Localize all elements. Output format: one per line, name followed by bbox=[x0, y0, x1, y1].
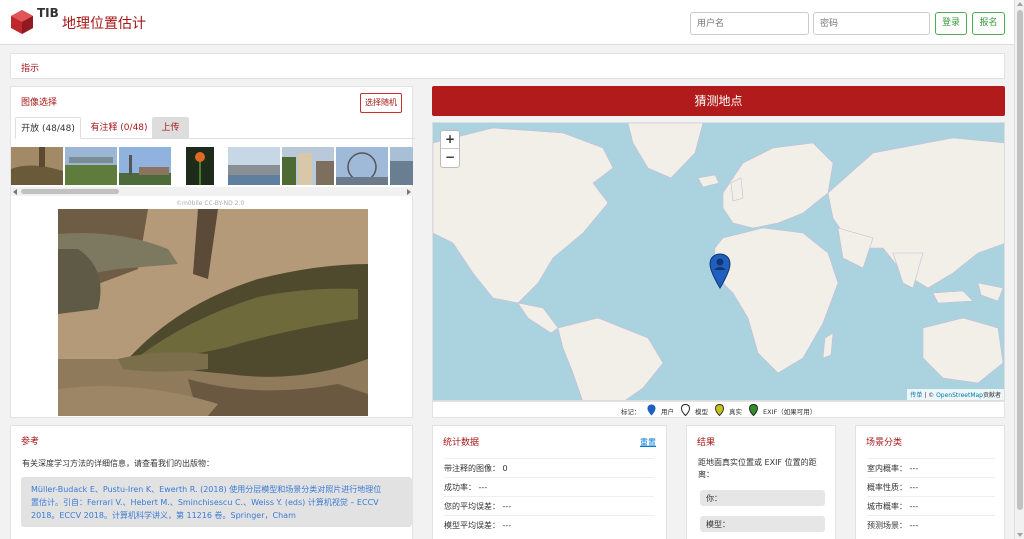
thumbnail-crocodile[interactable] bbox=[11, 147, 63, 185]
scroll-left-arrow-icon[interactable] bbox=[13, 189, 17, 195]
stat-value: --- bbox=[478, 483, 488, 492]
thumbnail-harbor[interactable] bbox=[228, 147, 280, 185]
scene-label: 室内概率： bbox=[867, 464, 907, 473]
legend-true-label: 真实 bbox=[729, 408, 742, 416]
statistics-title: 统计数据 bbox=[443, 438, 480, 448]
thumbnail-flower[interactable] bbox=[186, 147, 214, 185]
signup-button[interactable]: 报名 bbox=[972, 12, 1005, 35]
legend-user-label: 用户 bbox=[661, 408, 674, 416]
scene-indoor: 室内概率： --- bbox=[867, 458, 995, 474]
page-scrollbar[interactable] bbox=[1014, 0, 1024, 539]
thumbnail-street[interactable] bbox=[282, 147, 334, 185]
user-marker-icon bbox=[647, 404, 656, 416]
stat-label: 带注释的图像： bbox=[444, 464, 500, 473]
stat-label: 成功率： bbox=[444, 483, 476, 492]
username-input[interactable] bbox=[690, 12, 809, 35]
zoom-out-button[interactable]: − bbox=[441, 149, 459, 167]
map-attribution: 传单 | © OpenStreetMap贡献者 bbox=[907, 389, 1004, 400]
instructions-panel: 指示 bbox=[10, 53, 1005, 79]
scene-urban: 城市概率： --- bbox=[867, 496, 995, 512]
scene-nature: 概率性质： --- bbox=[867, 477, 995, 493]
legend-exif-label: EXIF（如果可用） bbox=[763, 408, 817, 416]
thumbnail-tower[interactable] bbox=[119, 147, 171, 185]
marker-legend: 标记： 用户 模型 真实 EXIF（如果可用） bbox=[432, 401, 1005, 418]
true-marker-icon bbox=[715, 404, 724, 416]
tab-open[interactable]: 开放 (48/48) bbox=[15, 117, 81, 139]
thumbnail-ferris-wheel[interactable] bbox=[336, 147, 388, 185]
random-image-button[interactable]: 选择随机 bbox=[360, 93, 402, 113]
leaflet-link[interactable]: 传单 bbox=[910, 392, 922, 399]
scene-value: --- bbox=[909, 464, 919, 473]
scroll-down-arrow-icon[interactable] bbox=[1017, 533, 1023, 537]
model-marker-icon bbox=[681, 404, 690, 416]
reset-stats-link[interactable]: 重置 bbox=[640, 437, 656, 448]
tab-upload[interactable]: 上传 bbox=[152, 117, 189, 139]
login-button[interactable]: 登录 bbox=[935, 12, 967, 35]
thumbnail-field[interactable] bbox=[65, 147, 117, 185]
stat-label: 您的平均误差： bbox=[444, 502, 500, 511]
stat-value: --- bbox=[502, 502, 512, 511]
top-navbar: TIB 地理位置估计 登录 报名 bbox=[0, 0, 1014, 45]
references-intro: 有关深度学习方法的详细信息，请查看我们的出版物： bbox=[22, 459, 214, 468]
stat-value: 0 bbox=[502, 464, 508, 473]
references-title: 参考 bbox=[21, 437, 40, 447]
stat-model-error: 模型平均误差： --- bbox=[444, 515, 654, 531]
references-panel: 参考 有关深度学习方法的详细信息，请查看我们的出版物： Müller-Budac… bbox=[10, 425, 413, 539]
stat-label: 模型平均误差： bbox=[444, 521, 500, 530]
scene-value: --- bbox=[909, 502, 919, 511]
legend-prefix: 标记： bbox=[621, 408, 641, 416]
citation-line-1: Müller-Budack E、Pustu-Iren K、Ewerth R. (… bbox=[31, 485, 382, 494]
results-title: 结果 bbox=[697, 438, 716, 448]
statistics-panel: 统计数据 重置 带注释的图像： 0 成功率： --- 您的平均误差： --- 模… bbox=[432, 425, 667, 539]
scene-label: 城市概率： bbox=[867, 502, 907, 511]
citation-box[interactable]: Müller-Budack E、Pustu-Iren K、Ewerth R. (… bbox=[21, 477, 412, 527]
thumbnail-scrollbar-thumb[interactable] bbox=[21, 189, 119, 194]
scrollbar-thumb[interactable] bbox=[1017, 10, 1023, 510]
thumbnail-strip[interactable] bbox=[11, 143, 413, 187]
model-distance-field: 模型： bbox=[700, 516, 825, 532]
attribution-separator: | © bbox=[922, 392, 937, 399]
instructions-toggle[interactable]: 指示 bbox=[21, 61, 39, 74]
scene-classification-panel: 场景分类 室内概率： --- 概率性质： --- 城市概率： --- 预测场景：… bbox=[855, 425, 1005, 539]
stat-your-error: 您的平均误差： --- bbox=[444, 496, 654, 512]
app-title[interactable]: 地理位置估计 bbox=[62, 13, 146, 33]
map-zoom-control: + − bbox=[440, 130, 460, 168]
scroll-right-arrow-icon[interactable] bbox=[407, 189, 411, 195]
citation-line-2: 置估计。引自：Ferrari V.、Hebert M.、Sminchisescu… bbox=[31, 498, 379, 507]
selected-photo bbox=[58, 209, 368, 416]
results-description: 距地面真实位置或 EXIF 位置的距离： bbox=[698, 458, 817, 479]
attribution-suffix: 贡献者 bbox=[982, 392, 1001, 399]
user-marker-pin-icon[interactable] bbox=[709, 253, 731, 289]
scene-title: 场景分类 bbox=[866, 438, 903, 448]
stat-annotated-images: 带注释的图像： 0 bbox=[444, 458, 654, 474]
scroll-up-arrow-icon[interactable] bbox=[1017, 2, 1023, 6]
scene-value: --- bbox=[909, 521, 919, 530]
exif-marker-icon bbox=[749, 404, 758, 416]
zoom-in-button[interactable]: + bbox=[441, 131, 459, 149]
scene-predicted: 预测场景： --- bbox=[867, 515, 995, 531]
thumbnail-city[interactable] bbox=[390, 147, 413, 185]
image-tabs: 开放 (48/48) 有注释 (0/48) 上传 bbox=[15, 117, 415, 139]
image-selection-title: 图像选择 bbox=[21, 98, 58, 108]
guess-location-button[interactable]: 猜测地点 bbox=[432, 86, 1005, 116]
citation-line-3: 2018。ECCV 2018。计算机科学讲义，第 11216 卷。Springe… bbox=[31, 511, 296, 520]
legend-model-label: 模型 bbox=[695, 408, 708, 416]
scene-label: 概率性质： bbox=[867, 483, 907, 492]
stat-success-rate: 成功率： --- bbox=[444, 477, 654, 493]
scene-label: 预测场景： bbox=[867, 521, 907, 530]
tib-logo-icon bbox=[11, 10, 33, 34]
logo-text: TIB bbox=[37, 6, 59, 20]
world-map[interactable]: + − 传单 | © OpenStreetMap贡献者 bbox=[432, 122, 1005, 401]
your-distance-field: 你： bbox=[700, 490, 825, 506]
osm-link[interactable]: OpenStreetMap bbox=[936, 392, 983, 399]
scene-value: --- bbox=[909, 483, 919, 492]
tab-annotated[interactable]: 有注释 (0/48) bbox=[85, 117, 153, 139]
image-license: ©m0bile CC-BY-ND 2.0 bbox=[176, 200, 245, 207]
results-panel: 结果 距地面真实位置或 EXIF 位置的距离： 你： 模型： bbox=[686, 425, 836, 539]
password-input[interactable] bbox=[813, 12, 930, 35]
image-selection-panel: 图像选择 选择随机 开放 (48/48) 有注释 (0/48) 上传 ©m0bi… bbox=[10, 86, 415, 418]
stat-value: --- bbox=[502, 521, 512, 530]
thumbnail-scrollbar[interactable] bbox=[11, 187, 413, 196]
